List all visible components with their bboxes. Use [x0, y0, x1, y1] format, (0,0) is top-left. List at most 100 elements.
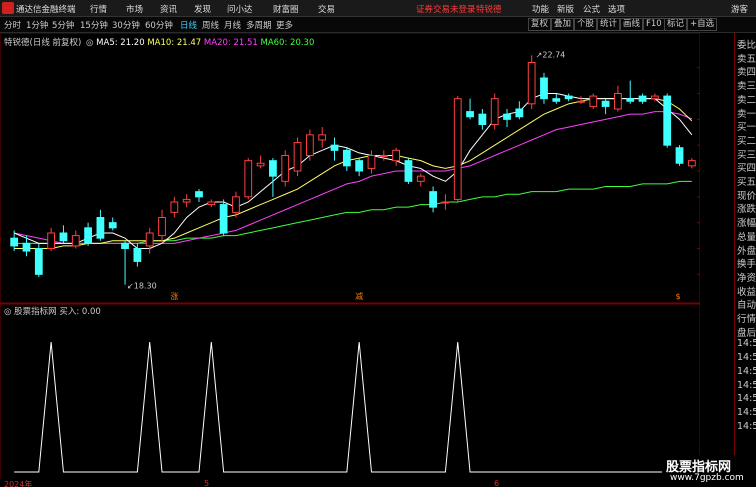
quote-panel-item: 换手 [737, 259, 756, 271]
candle-body [232, 196, 240, 213]
tool-stock[interactable]: 个股 [574, 18, 598, 31]
menu-item-market[interactable]: 市场 [126, 3, 143, 15]
quote-panel-item: 卖五 [737, 53, 756, 65]
menu-item-formula[interactable]: 公式 [583, 3, 600, 15]
period-weekly[interactable]: 周线 [202, 19, 219, 31]
candle-body [503, 113, 511, 120]
candle-body [392, 149, 401, 162]
main-chart-frame [0, 33, 700, 303]
period-toolbar: 分时 1分钟 5分钟 15分钟 30分钟 60分钟 日线 周线 月线 多周期 更… [0, 17, 756, 33]
period-1min[interactable]: 1分钟 [26, 19, 48, 31]
ma20-label: MA20: 21.51 [203, 38, 258, 48]
tool-mark[interactable]: 标记 [664, 18, 688, 31]
quote-panel-item: 盘后 [737, 327, 756, 339]
tool-f10[interactable]: F10 [643, 18, 665, 31]
ma10-label: MA10: 21.47 [147, 38, 202, 48]
quote-panel-item: 总量 [737, 231, 756, 243]
quote-panel-item: 涨跌 [737, 204, 756, 216]
candle-body [466, 111, 474, 118]
quote-panel-item: 14:50 [737, 393, 756, 405]
candle-body [256, 162, 265, 167]
candle-body [638, 95, 647, 102]
period-15min[interactable]: 15分钟 [80, 19, 108, 31]
candle-body [330, 144, 339, 151]
quote-panel-item: 买一 [737, 122, 756, 134]
date-label-month6: 6 [494, 479, 500, 487]
signal-line [14, 341, 692, 473]
period-daily[interactable]: 日线 [180, 19, 197, 31]
quote-panel-item: 14:50 [737, 420, 756, 432]
quote-panel-item: 买三 [737, 149, 756, 161]
candle-body [219, 204, 228, 234]
candlestick-chart[interactable]: 22.5022.0021.5021.0020.5020.0019.5019.00… [0, 33, 700, 303]
quote-panel-item: 卖三 [737, 81, 756, 93]
signal-chart[interactable]: 1.000.800.600.400.200.000.48 [0, 303, 700, 479]
quote-panel-item: 14:50 [737, 338, 756, 350]
candle-body [121, 242, 129, 249]
candle-body [108, 222, 117, 229]
period-30min[interactable]: 30分钟 [112, 19, 140, 31]
watermark: 股票指标网 www.7gpzb.com [662, 455, 756, 487]
guest-label[interactable]: 游客 [731, 3, 748, 15]
menu-item-wealth[interactable]: 财富圈 [273, 3, 299, 15]
period-intraday[interactable]: 分时 [4, 19, 21, 31]
candle-body [367, 155, 376, 169]
period-60min[interactable]: 60分钟 [145, 19, 173, 31]
tool-adjust[interactable]: 复权 [528, 18, 552, 31]
candle-body [577, 100, 585, 103]
login-notice[interactable]: 证券交易未登录 [416, 3, 476, 15]
tool-add-favorite[interactable]: +自选 [687, 18, 718, 31]
period-5min[interactable]: 5分钟 [52, 19, 74, 31]
menu-item-options[interactable]: 选项 [608, 3, 625, 15]
candle-body [589, 95, 598, 107]
tool-draw[interactable]: 画线 [620, 18, 644, 31]
candle-body [404, 160, 413, 182]
menu-item-newver[interactable]: 新版 [557, 3, 574, 15]
menu-item-ask[interactable]: 问小达 [227, 3, 253, 15]
menu-item-quotes[interactable]: 行情 [90, 3, 107, 15]
ma5-label: MA5: 21.20 [96, 38, 145, 48]
candle-body [527, 62, 536, 105]
candle-body [244, 160, 253, 198]
tool-overlay[interactable]: 叠加 [551, 18, 575, 31]
app-logo-icon [2, 2, 14, 14]
sub-indicator-label: 股票指标网 买入: 0.00 [14, 307, 101, 317]
candle-body [158, 217, 166, 237]
tool-stats[interactable]: 统计 [597, 18, 621, 31]
quote-panel-item: 卖四 [737, 67, 756, 79]
sub-chart-frame [0, 304, 700, 479]
candle-body [687, 160, 696, 167]
candle-body [182, 198, 191, 203]
quote-panel-item: 14:50 [737, 352, 756, 364]
period-monthly[interactable]: 月线 [224, 19, 241, 31]
menu-item-trade[interactable]: 交易 [318, 3, 335, 15]
candle-body [540, 77, 548, 100]
event-marker: 减 [355, 291, 363, 301]
candle-body [10, 237, 19, 247]
menu-item-news[interactable]: 资讯 [160, 3, 177, 15]
period-more[interactable]: 更多 [276, 19, 293, 31]
quote-panel-item: 自动 [737, 300, 756, 312]
period-multi[interactable]: 多周期 [246, 19, 272, 31]
sub-settings-icon[interactable]: ◎ [4, 307, 11, 317]
candle-body [84, 227, 92, 244]
quote-panel-item: 卖二 [737, 94, 756, 106]
candle-body [71, 235, 80, 247]
quote-panel: 委比 卖五 卖四 卖三 卖二 卖一 买一 买二 买三 买四 买五 现价 涨跌 涨幅 总量 外盘 换手 净资 收益 自动… [734, 33, 756, 487]
candle-body [207, 201, 216, 206]
sub-indicator-title: ◎ 股票指标网 买入: 0.00 [4, 305, 101, 317]
menu-item-function[interactable]: 功能 [532, 3, 549, 15]
candle-body [355, 160, 364, 172]
candle-body [379, 155, 388, 157]
candle-body [22, 242, 31, 252]
menu-item-discover[interactable]: 发现 [194, 3, 211, 15]
candle-body [552, 98, 561, 102]
quote-panel-item: 行情 [737, 314, 756, 325]
candle-body [195, 191, 203, 198]
settings-icon[interactable]: ◎ [86, 38, 93, 48]
candle-body [650, 95, 659, 100]
ma-legend: 特锐德(日线 前复权) ◎ MA5: 21.20 MA10: 21.47 MA2… [4, 36, 314, 48]
quote-panel-item: 现价 [737, 190, 756, 202]
candle-body [47, 232, 56, 249]
event-marker: 涨 [170, 291, 178, 301]
